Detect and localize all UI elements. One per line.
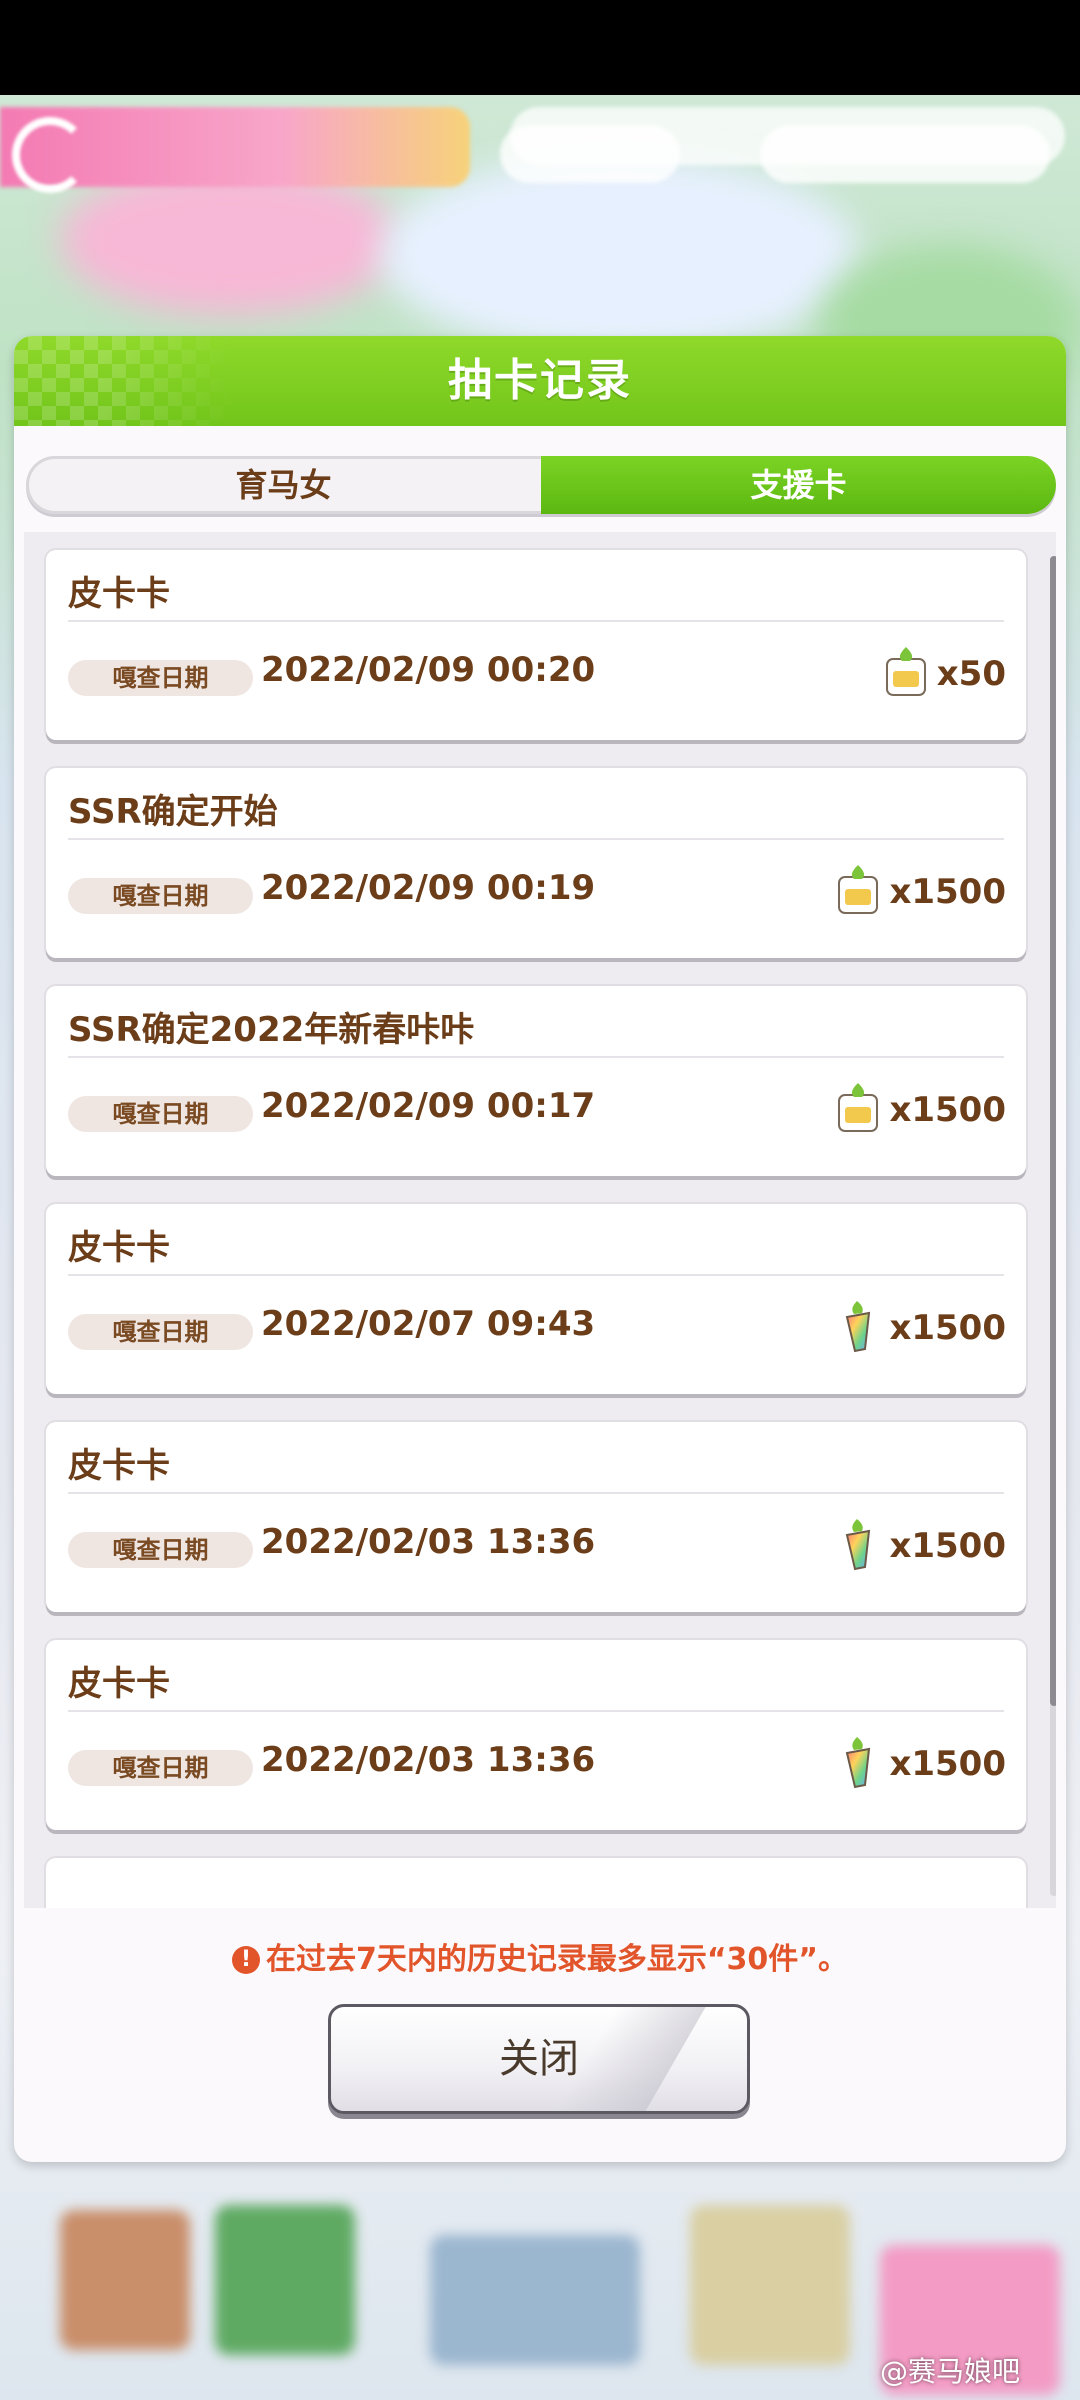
- cost-amount: x1500: [889, 1526, 1006, 1566]
- scrollbar-thumb[interactable]: [1050, 556, 1056, 1706]
- record-card: 皮卡卡嘎查日期 2022/02/03 13:36 x1500: [46, 1422, 1026, 1612]
- bg-menu-item: [215, 2205, 355, 2355]
- record-divider: [68, 838, 1004, 840]
- cost-amount: x50: [936, 654, 1006, 694]
- record-title: 皮卡卡: [68, 1664, 170, 1704]
- bg-menu-item: [690, 2205, 850, 2365]
- record-card: 皮卡卡嘎查日期 2022/02/03 13:36 x1500: [46, 1640, 1026, 1830]
- record-date: 2022/02/09 00:17: [261, 1086, 596, 1126]
- record-card: 皮卡卡嘎查日期 2022/02/09 00:20 x50: [46, 550, 1026, 740]
- record-divider: [68, 1492, 1004, 1494]
- record-cost: x1500: [835, 1082, 1006, 1138]
- carat-ticket-icon: [835, 863, 889, 921]
- cost-amount: x1500: [889, 1308, 1006, 1348]
- cost-amount: x1500: [889, 1090, 1006, 1130]
- record-date: 2022/02/07 09:43: [261, 1304, 596, 1344]
- carat-ticket-icon: [883, 645, 937, 703]
- record-cost: x1500: [835, 1300, 1006, 1356]
- date-tag: 嘎查日期: [68, 1096, 253, 1132]
- date-tag: 嘎查日期: [68, 660, 253, 696]
- rainbow-carat-icon: [835, 1299, 889, 1357]
- rainbow-carat-icon: [835, 1735, 889, 1793]
- bg-menu-item: [60, 2210, 190, 2350]
- record-title: 皮卡卡: [68, 574, 170, 614]
- bg-pill-left: [500, 125, 680, 183]
- tab-uma-musume[interactable]: 育马女: [26, 456, 541, 514]
- bg-pill-right: [760, 125, 1050, 183]
- back-arrow-icon: [12, 117, 88, 193]
- watermark: @赛马娘吧: [880, 2355, 1021, 2388]
- record-list[interactable]: 皮卡卡 嘎查日期 2022/02/03 13:36 x1500 皮卡卡 嘎查日期 2022/…: [24, 532, 1056, 1908]
- record-cost: x50: [883, 646, 1006, 702]
- notice-text: 在过去7天内的历史记录最多显示“30件”。: [265, 1942, 849, 1977]
- dialog-title: 抽卡记录: [448, 355, 632, 406]
- record-cost: x1500: [835, 864, 1006, 920]
- tab-bar: 育马女 支援卡: [26, 456, 1056, 514]
- bg-banner-blob: [60, 165, 400, 315]
- dialog-header: 抽卡记录: [14, 336, 1066, 426]
- close-button-label: 关闭: [499, 2036, 579, 2082]
- record-date: 2022/02/03 13:36: [261, 1522, 596, 1562]
- record-divider: [68, 620, 1004, 622]
- record-date: 2022/02/03 13:36: [261, 1740, 596, 1780]
- record-divider: [68, 1274, 1004, 1276]
- date-tag: 嘎查日期: [68, 1314, 253, 1350]
- scrollbar[interactable]: [1050, 556, 1056, 1896]
- record-date: 2022/02/09 00:20: [261, 650, 596, 690]
- record-card: SSR确定2022年新春咔咔嘎查日期 2022/02/09 00:17 x1500: [46, 986, 1026, 1176]
- status-bar: [0, 0, 1080, 95]
- record-card-partial: [46, 1858, 1026, 1908]
- record-cost: x1500: [835, 1736, 1006, 1792]
- record-title: SSR确定2022年新春咔咔: [68, 1010, 475, 1050]
- cost-amount: x1500: [889, 1744, 1006, 1784]
- record-title: 皮卡卡: [68, 1228, 170, 1268]
- record-divider: [68, 1056, 1004, 1058]
- record-title: 皮卡卡: [68, 1446, 170, 1486]
- date-tag: 嘎查日期: [68, 1750, 253, 1786]
- record-card: 皮卡卡嘎查日期 2022/02/07 09:43 x1500: [46, 1204, 1026, 1394]
- record-date: 2022/02/09 00:19: [261, 868, 596, 908]
- record-cost: x1500: [835, 1518, 1006, 1574]
- gacha-history-dialog: 抽卡记录 育马女 支援卡 皮卡卡 嘎查日期 2022/02/03 13:36 x150…: [14, 336, 1066, 2162]
- alert-icon: !: [231, 1946, 260, 1974]
- close-button[interactable]: 关闭: [328, 2004, 750, 2114]
- tab-support-card[interactable]: 支援卡: [541, 456, 1056, 514]
- carat-ticket-icon: [835, 1081, 889, 1139]
- history-notice: ! 在过去7天内的历史记录最多显示“30件”。: [14, 1934, 1066, 1978]
- rainbow-carat-icon: [835, 1517, 889, 1575]
- cost-amount: x1500: [889, 872, 1006, 912]
- date-tag: 嘎查日期: [68, 878, 253, 914]
- date-tag: 嘎查日期: [68, 1532, 253, 1568]
- record-card: SSR确定开始嘎查日期 2022/02/09 00:19 x1500: [46, 768, 1026, 958]
- bg-menu-item: [430, 2235, 640, 2365]
- record-divider: [68, 1710, 1004, 1712]
- record-title: SSR确定开始: [68, 792, 278, 832]
